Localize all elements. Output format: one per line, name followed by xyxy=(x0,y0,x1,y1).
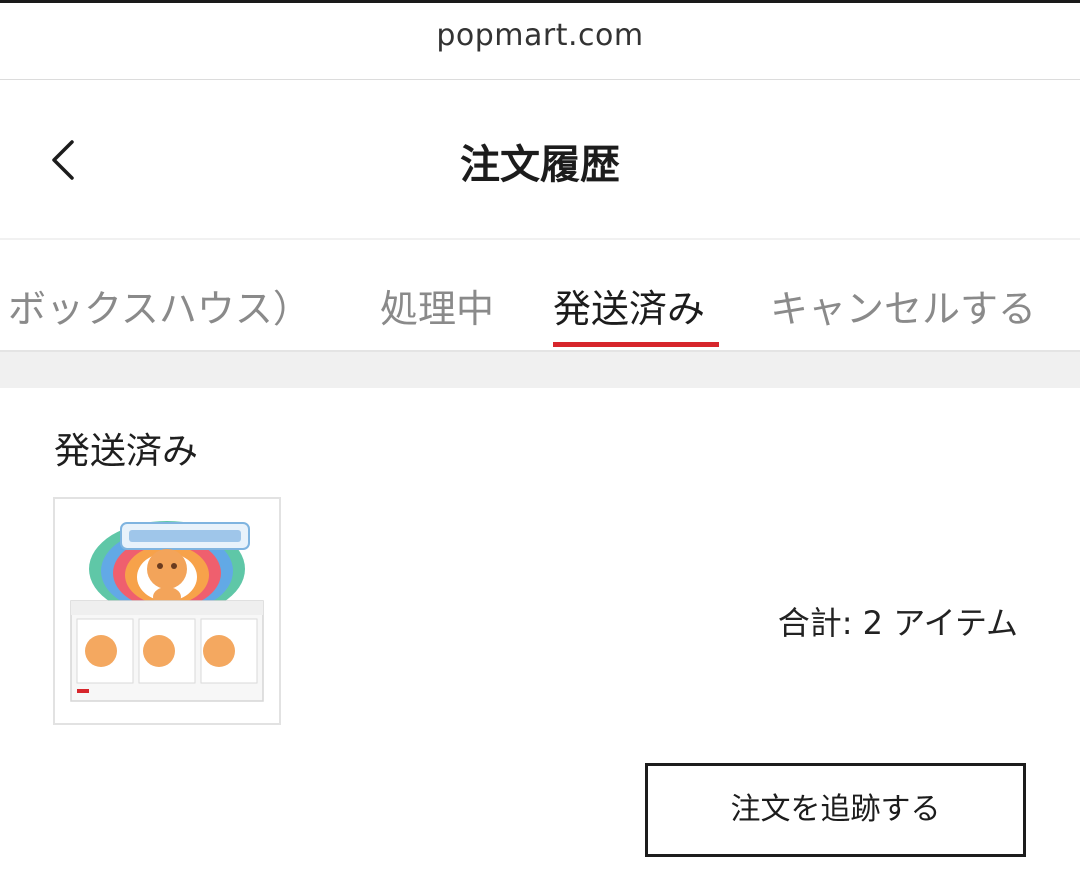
section-divider xyxy=(0,352,1080,388)
url-text[interactable]: popmart.com xyxy=(0,18,1080,53)
browser-url-bar: popmart.com xyxy=(0,0,1080,80)
track-order-button[interactable]: 注文を追跡する xyxy=(645,763,1026,857)
order-status-label: 発送済み xyxy=(54,431,199,472)
page-title: 注文履歴 xyxy=(460,142,620,188)
tab-processing[interactable]: 処理中 xyxy=(380,278,494,333)
blind-box-display-image xyxy=(70,521,264,702)
status-bar-strip xyxy=(0,0,1080,3)
order-status-tabs: ボックスハウス） 処理中 発送済み キャンセルする xyxy=(0,240,1080,352)
product-thumbnail[interactable] xyxy=(53,497,281,725)
tab-shipped[interactable]: 発送済み xyxy=(553,278,705,333)
box-figures xyxy=(76,618,258,684)
active-tab-indicator xyxy=(553,342,719,347)
tab-cancelled[interactable]: キャンセルする xyxy=(770,278,1036,333)
page-header: 注文履歴 xyxy=(0,80,1080,240)
order-total: 合計: 2 アイテム xyxy=(777,604,1018,642)
tab-box-house[interactable]: ボックスハウス） xyxy=(8,278,311,333)
